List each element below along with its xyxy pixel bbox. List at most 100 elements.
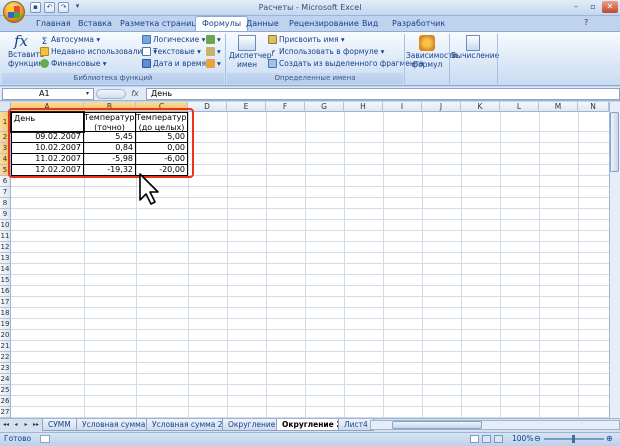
autosum-button[interactable]: Σ Автосумма ▾ — [40, 35, 100, 47]
formula-input[interactable]: День — [146, 88, 620, 100]
sigma-icon: Σ — [41, 37, 48, 47]
tab-developer[interactable]: Разработчик — [386, 17, 451, 31]
column-header[interactable]: L — [500, 102, 539, 112]
create-from-selection-button[interactable]: Создать из выделенного фрагмента — [268, 59, 424, 69]
macro-record-icon[interactable] — [40, 435, 50, 443]
column-header[interactable]: J — [422, 102, 461, 112]
auditing-icon — [419, 35, 435, 51]
row-header[interactable]: 9 — [0, 209, 11, 220]
row-header[interactable]: 15 — [0, 275, 11, 286]
more-functions-button[interactable]: ▾ — [206, 59, 221, 69]
office-logo-icon — [8, 6, 20, 18]
column-header[interactable]: N — [578, 102, 609, 112]
row-header[interactable]: 7 — [0, 187, 11, 198]
tab-view[interactable]: Вид — [356, 17, 384, 31]
row-header[interactable]: 24 — [0, 374, 11, 385]
row-header[interactable]: 12 — [0, 242, 11, 253]
office-button[interactable] — [3, 1, 25, 23]
lookup-icon — [206, 35, 215, 44]
tab-home[interactable]: Главная — [30, 17, 77, 31]
page-break-view-icon[interactable] — [494, 435, 503, 443]
maximize-icon[interactable]: ▫ — [585, 1, 601, 13]
row-header[interactable]: 13 — [0, 253, 11, 264]
zoom-out-icon[interactable]: ⊖ — [534, 433, 541, 445]
use-in-formula-button[interactable]: f Использовать в формуле ▾ — [268, 47, 384, 58]
assign-name-button[interactable]: Присвоить имя ▾ — [268, 35, 345, 45]
namebox-dropdown-icon[interactable]: ▾ — [86, 90, 89, 97]
page-layout-view-icon[interactable] — [482, 435, 491, 443]
lookup-functions-button[interactable]: ▾ — [206, 35, 221, 45]
tab-review[interactable]: Рецензирование — [283, 17, 365, 31]
fx-icon: fx — [13, 32, 28, 50]
row-header[interactable]: 26 — [0, 396, 11, 407]
recent-functions-button[interactable]: Недавно использовались ▾ — [40, 47, 157, 57]
fx-small-icon: f — [271, 49, 274, 58]
column-header[interactable]: I — [383, 102, 422, 112]
grid-hline — [11, 340, 620, 341]
row-header[interactable]: 16 — [0, 286, 11, 297]
first-sheet-icon[interactable]: ◂◂ — [2, 421, 10, 429]
row-header[interactable]: 27 — [0, 407, 11, 418]
column-header[interactable]: G — [305, 102, 344, 112]
sheet-tab-rounding-2[interactable]: Округление 2 — [276, 419, 348, 431]
calculation-label: Вычисление — [451, 51, 500, 60]
row-header[interactable]: 23 — [0, 363, 11, 374]
grid-hline — [11, 307, 620, 308]
sheet-tab-conditional-sum[interactable]: Условная сумма — [76, 419, 152, 431]
financial-functions-button[interactable]: Финансовые ▾ — [40, 59, 107, 69]
sheet-tab-list4[interactable]: Лист4 — [338, 419, 374, 431]
last-sheet-icon[interactable]: ▸▸ — [32, 421, 40, 429]
row-header[interactable]: 25 — [0, 385, 11, 396]
grid-hline — [11, 197, 620, 198]
name-manager-label-2: имен — [236, 60, 258, 69]
name-box[interactable]: A1 — [2, 88, 94, 100]
text-functions-button[interactable]: Текстовые ▾ — [142, 47, 201, 57]
name-manager-button[interactable]: Диспетчер имен — [229, 35, 272, 69]
row-header[interactable]: 18 — [0, 308, 11, 319]
math-functions-button[interactable]: ▾ — [206, 47, 221, 57]
sheet-tab-rounding[interactable]: Округление — [222, 419, 282, 431]
zoom-in-icon[interactable]: ⊕ — [606, 433, 613, 445]
row-header[interactable]: 19 — [0, 319, 11, 330]
row-header[interactable]: 14 — [0, 264, 11, 275]
group-label-library: Библиотека функций — [2, 73, 224, 84]
normal-view-icon[interactable] — [470, 435, 479, 443]
minimize-icon[interactable]: – — [568, 1, 584, 13]
horizontal-scroll-thumb[interactable] — [392, 421, 482, 429]
column-header[interactable]: K — [461, 102, 500, 112]
vertical-scroll-thumb[interactable] — [610, 112, 619, 172]
grid-hline — [11, 395, 620, 396]
zoom-slider-thumb[interactable] — [572, 435, 575, 443]
grid-hline — [11, 406, 620, 407]
help-icon[interactable]: ? — [584, 18, 588, 27]
tab-data[interactable]: Данные — [240, 17, 285, 31]
row-header[interactable]: 22 — [0, 352, 11, 363]
insert-function-button[interactable]: fx Вставить функцию — [8, 32, 45, 69]
row-header[interactable]: 21 — [0, 341, 11, 352]
text-icon — [142, 47, 151, 56]
row-header[interactable]: 20 — [0, 330, 11, 341]
sheet-tab-conditional-sum-2[interactable]: Условная сумма 2 — [146, 419, 229, 431]
row-header[interactable]: 17 — [0, 297, 11, 308]
column-header[interactable]: H — [344, 102, 383, 112]
dependencies-label-2: формул — [411, 60, 443, 69]
group-label-names: Определенные имена — [227, 73, 403, 84]
sheet-tab-summ[interactable]: СУММ — [42, 419, 77, 431]
zoom-level[interactable]: 100% — [512, 432, 533, 446]
column-header[interactable]: M — [539, 102, 578, 112]
row-header[interactable]: 10 — [0, 220, 11, 231]
datetime-functions-button[interactable]: Дата и время ▾ — [142, 59, 212, 69]
row-header[interactable]: 11 — [0, 231, 11, 242]
next-sheet-icon[interactable]: ▸ — [22, 421, 30, 429]
formula-auditing-button[interactable]: Зависимости формул — [406, 35, 457, 69]
column-header[interactable]: F — [266, 102, 305, 112]
calculation-button[interactable]: Вычисление — [451, 35, 500, 60]
row-header[interactable]: 8 — [0, 198, 11, 209]
column-header[interactable]: E — [227, 102, 266, 112]
formula-bar-grip[interactable] — [96, 89, 126, 99]
tab-insert[interactable]: Вставка — [72, 17, 118, 31]
prev-sheet-icon[interactable]: ◂ — [12, 421, 20, 429]
insert-function-icon[interactable]: fx — [128, 88, 142, 100]
logical-functions-button[interactable]: Логические ▾ — [142, 35, 205, 45]
close-icon[interactable]: ✕ — [602, 1, 618, 13]
